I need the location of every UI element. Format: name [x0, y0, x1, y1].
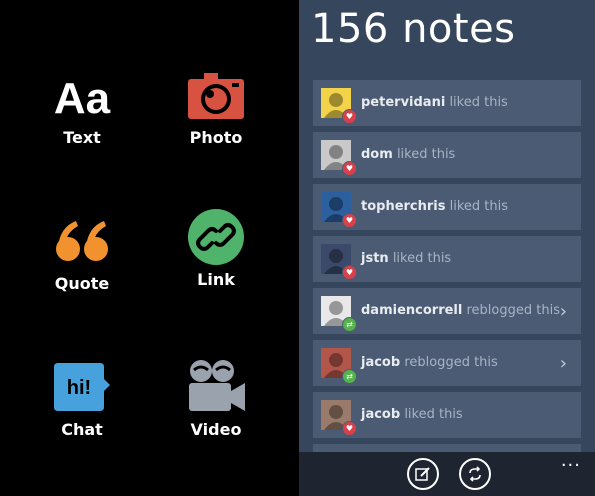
heart-badge-icon: ♥ — [342, 213, 357, 228]
post-type-photo[interactable]: Photo — [156, 66, 276, 147]
heart-badge-icon: ♥ — [342, 265, 357, 280]
notes-count-title: 156 notes — [311, 6, 516, 52]
post-type-quote[interactable]: Quote — [22, 212, 142, 293]
post-type-label: Quote — [54, 274, 110, 293]
note-row[interactable]: ♥ petervidani liked this — [313, 80, 581, 126]
note-action: liked this — [404, 407, 463, 422]
post-type-label: Video — [190, 420, 242, 439]
note-action: reblogged this — [466, 303, 560, 318]
note-username[interactable]: jstn — [361, 251, 389, 266]
video-camera-icon — [184, 356, 248, 418]
post-type-label: Chat — [61, 420, 103, 439]
chat-icon: hi! — [50, 358, 114, 418]
note-row[interactable]: ♥ dom liked this — [313, 132, 581, 178]
post-type-chat[interactable]: hi! Chat — [22, 358, 142, 439]
notes-panel: 156 notes ♥ petervidani liked this ♥ dom li… — [299, 0, 595, 496]
post-type-label: Photo — [189, 128, 243, 147]
link-icon — [184, 206, 248, 268]
heart-badge-icon: ♥ — [342, 421, 357, 436]
more-options-button[interactable]: ... — [561, 450, 581, 471]
note-row[interactable]: ♥ topherchris liked this — [313, 184, 581, 230]
note-row[interactable]: ♥ jacob liked this — [313, 392, 581, 438]
heart-badge-icon: ♥ — [342, 161, 357, 176]
note-row[interactable]: ⇄ damiencorrell reblogged this › — [313, 288, 581, 334]
reblog-badge-icon: ⇄ — [342, 369, 357, 384]
post-type-panel: Aa Text Photo Quote Link hi! Chat Video — [0, 0, 299, 496]
reblog-icon — [469, 466, 481, 482]
compose-button[interactable] — [407, 458, 439, 490]
note-action: liked this — [392, 251, 452, 266]
note-text: damiencorrell reblogged this — [361, 303, 560, 318]
note-username[interactable]: petervidani — [361, 95, 445, 110]
note-text: jacob liked this — [361, 407, 463, 422]
post-type-text[interactable]: Aa Text — [22, 66, 142, 147]
post-type-link[interactable]: Link — [156, 206, 276, 289]
note-username[interactable]: dom — [361, 147, 393, 162]
note-text: dom liked this — [361, 147, 455, 162]
text-icon: Aa — [50, 66, 114, 126]
reblog-badge-icon: ⇄ — [342, 317, 357, 332]
note-action: liked this — [449, 95, 508, 110]
app-bar: ... — [299, 450, 595, 496]
chevron-right-icon[interactable]: › — [560, 353, 567, 374]
svg-text:Aa: Aa — [54, 74, 111, 121]
note-username[interactable]: jacob — [361, 407, 400, 422]
note-username[interactable]: damiencorrell — [361, 303, 462, 318]
quote-icon — [50, 212, 114, 272]
note-username[interactable]: jacob — [361, 355, 400, 370]
note-action: reblogged this — [404, 355, 498, 370]
heart-badge-icon: ♥ — [342, 109, 357, 124]
note-text: petervidani liked this — [361, 95, 508, 110]
note-text: jstn liked this — [361, 251, 451, 266]
note-row[interactable]: ⇄ jacob reblogged this › — [313, 340, 581, 386]
chevron-right-icon[interactable]: › — [560, 301, 567, 322]
post-type-video[interactable]: Video — [156, 356, 276, 439]
post-type-label: Link — [197, 270, 235, 289]
reblog-button[interactable] — [459, 458, 491, 490]
note-text: jacob reblogged this — [361, 355, 498, 370]
note-row[interactable]: ♥ jstn liked this — [313, 236, 581, 282]
chat-bubble-text: hi! — [67, 377, 91, 399]
note-text: topherchris liked this — [361, 199, 508, 214]
note-username[interactable]: topherchris — [361, 199, 446, 214]
note-action: liked this — [449, 199, 509, 214]
compose-icon — [415, 467, 430, 481]
camera-icon — [184, 66, 248, 126]
note-action: liked this — [396, 147, 456, 162]
post-type-label: Text — [63, 128, 101, 147]
